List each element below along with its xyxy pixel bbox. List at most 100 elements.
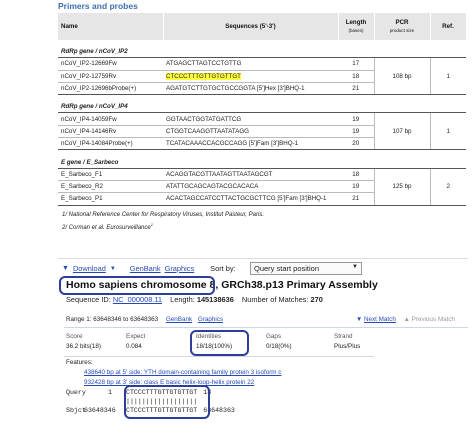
prev-arrow-icon: ▲ xyxy=(403,316,410,323)
next-match-link[interactable]: Next Match xyxy=(364,316,396,323)
group-title: E gene / E_Sarbeco xyxy=(58,156,466,169)
primer-name: nCoV_IP2-12696bProbe(+) xyxy=(58,82,163,96)
genbank-link[interactable]: GenBank xyxy=(130,264,161,273)
range-graphics-link[interactable]: Graphics xyxy=(198,316,223,323)
primer-length: 19 xyxy=(338,112,374,126)
toolbar-divider xyxy=(58,258,468,259)
col-header-pcr: PCR product size xyxy=(374,13,431,40)
group-header-row: E gene / E_Sarbeco xyxy=(58,156,466,169)
reference: 1 xyxy=(429,112,466,151)
primer-name: nCoV_IP4-14146Rv xyxy=(58,125,163,139)
sort-label: Sort by: xyxy=(210,264,236,273)
blast-toolbar: ▼ Download ▼ GenBank Graphics Sort by: xyxy=(62,264,236,273)
primer-length: 18 xyxy=(338,168,374,181)
col-header-length-sub: (bases) xyxy=(348,27,364,33)
primer-length: 20 xyxy=(338,137,374,151)
length-value: 145138636 xyxy=(196,295,234,304)
group-header-row: RdRp gene / nCoV_IP2 xyxy=(58,46,466,59)
pcr-product-size: 107 bp xyxy=(373,112,430,151)
col-header-pcr-sub: product size xyxy=(389,27,415,33)
primer-sequence: AGATGTCTTGTGCTGCCGGTA [5']Hex [3']BHQ-1 xyxy=(163,82,338,96)
highlight-box xyxy=(124,385,210,419)
download-link[interactable]: Download xyxy=(73,264,106,273)
footnote-2-text: 2/ Corman et al. Eurosurveillance xyxy=(62,225,151,231)
primer-name: nCoV_IP2-12669Fw xyxy=(58,57,163,71)
highlighted-sequence: CTCCCTTTGTTGTGTTGT xyxy=(166,72,241,80)
primer-name: E_Sarbeco_P1 xyxy=(58,192,163,206)
sequence-info: Sequence ID: NC_000008.11 Length: 145138… xyxy=(66,295,323,304)
group-title: RdRp gene / nCoV_IP4 xyxy=(58,101,466,114)
highlight-box xyxy=(190,330,249,356)
download-icon: ▼ xyxy=(62,265,69,272)
sbjct-start: 63648346 xyxy=(84,406,116,414)
reference: 2 xyxy=(429,168,466,206)
primer-sequence: ACACTAGCCATCCTTACTGCGCTTCG [5']Fam [3']B… xyxy=(163,192,338,206)
range-text: Range 1: 63648346 to 63648363 xyxy=(66,316,159,323)
primer-length: 19 xyxy=(338,125,374,139)
seqid-link[interactable]: NC_000008.11 xyxy=(113,295,162,304)
stat-gaps: 0/18(0%) xyxy=(266,343,292,350)
pcr-product-size: 125 bp xyxy=(373,168,430,206)
primer-length: 17 xyxy=(338,57,374,71)
matches-label: Number of Matches: xyxy=(241,295,309,304)
primer-length: 21 xyxy=(338,192,374,206)
footnote-2-sup: 1 xyxy=(150,222,153,227)
primer-length: 19 xyxy=(338,180,374,194)
sbjct-label: Sbjct xyxy=(66,406,86,414)
hit-title-assembly: GRCh38.p13 Primary Assembly xyxy=(221,279,378,291)
primer-sequence: ATGAGCTTAGTCCTGTTG xyxy=(163,57,338,71)
matches-value: 270 xyxy=(310,295,323,304)
primer-name: E_Sarbeco_F1 xyxy=(58,168,163,181)
highlight-box xyxy=(59,276,215,295)
graphics-link[interactable]: Graphics xyxy=(165,264,195,273)
group-title: RdRp gene / nCoV_IP2 xyxy=(58,46,466,59)
table-row: nCoV_IP4-14059Fw GGTAACTGGTATGATTCG 19 1… xyxy=(58,112,466,151)
footnote-2: 2/ Corman et al. Eurosurveillance1 xyxy=(62,222,153,231)
stat-header-strand: Strand xyxy=(334,333,353,340)
primers-heading: Primers and probes xyxy=(58,1,138,11)
primer-length: 18 xyxy=(338,70,374,83)
primer-sequence: TCATACAAACCACGCCAGG [5']Fam [3']BHQ-1 xyxy=(163,137,338,151)
primer-name: nCoV_IP4-14059Fw xyxy=(58,112,163,126)
stat-header-score: Score xyxy=(66,333,83,340)
primer-sequence: GGTAACTGGTATGATTCG xyxy=(163,112,338,126)
col-header-length-label: Length xyxy=(345,18,367,26)
primers-header-row: Name Sequences (5'-3') Length (bases) PCR… xyxy=(58,13,467,40)
feature-item: 438640 bp at 5' side: YTH domain-contain… xyxy=(84,369,281,376)
seqid-label: Sequence ID: xyxy=(66,295,111,304)
reference: 1 xyxy=(429,57,466,96)
col-header-name: Name xyxy=(58,13,164,40)
primer-length: 21 xyxy=(338,82,374,96)
stat-expect: 0.084 xyxy=(126,343,142,350)
match-navigation: ▼ Next Match ▲ Previous Match xyxy=(356,316,455,323)
feature-link[interactable]: 438640 bp at 5' side: YTH domain-contain… xyxy=(84,369,281,376)
query-label: Query xyxy=(66,389,86,396)
col-header-sequence: Sequences (5'-3') xyxy=(163,13,339,40)
previous-match-link[interactable]: Previous Match xyxy=(412,316,455,323)
length-label: Length: xyxy=(170,295,195,304)
pcr-product-size: 108 bp xyxy=(373,57,430,96)
stat-strand: Plus/Plus xyxy=(334,343,361,350)
col-header-pcr-label: PCR xyxy=(395,18,409,26)
next-arrow-icon: ▼ xyxy=(356,316,363,323)
stat-score: 36.2 bits(18) xyxy=(66,343,102,350)
primer-sequence: ACAGGTACGTTAATAGTTAATAGCGT xyxy=(163,168,338,181)
primer-sequence: CTGGTCAAGGTTAATATAGG xyxy=(163,125,338,139)
chevron-down-icon: ▼ xyxy=(352,264,358,270)
col-header-length: Length (bases) xyxy=(338,13,375,40)
sort-select[interactable]: Query start position ▼ xyxy=(250,262,362,275)
stat-header-gaps: Gaps xyxy=(266,333,282,340)
col-header-ref: Ref. xyxy=(430,13,467,40)
chevron-down-icon[interactable]: ▼ xyxy=(110,266,116,272)
range-genbank-link[interactable]: GenBank xyxy=(166,316,192,323)
table-row: E_Sarbeco_F1 ACAGGTACGTTAATAGTTAATAGCGT … xyxy=(58,168,466,206)
primer-name: E_Sarbeco_R2 xyxy=(58,180,163,194)
range-line: Range 1: 63648346 to 63648363 GenBank Gr… xyxy=(66,316,223,323)
features-label: Features: xyxy=(66,359,93,366)
primers-table: Name Sequences (5'-3') Length (bases) PCR… xyxy=(58,13,467,206)
group-header-row: RdRp gene / nCoV_IP4 xyxy=(58,101,466,114)
range-divider xyxy=(64,327,468,328)
footnote-1: 1/ National Reference Center for Respira… xyxy=(62,212,264,218)
sort-select-value: Query start position xyxy=(254,264,320,273)
primer-sequence: CTCCCTTTGTTGTGTTGT xyxy=(163,70,338,83)
